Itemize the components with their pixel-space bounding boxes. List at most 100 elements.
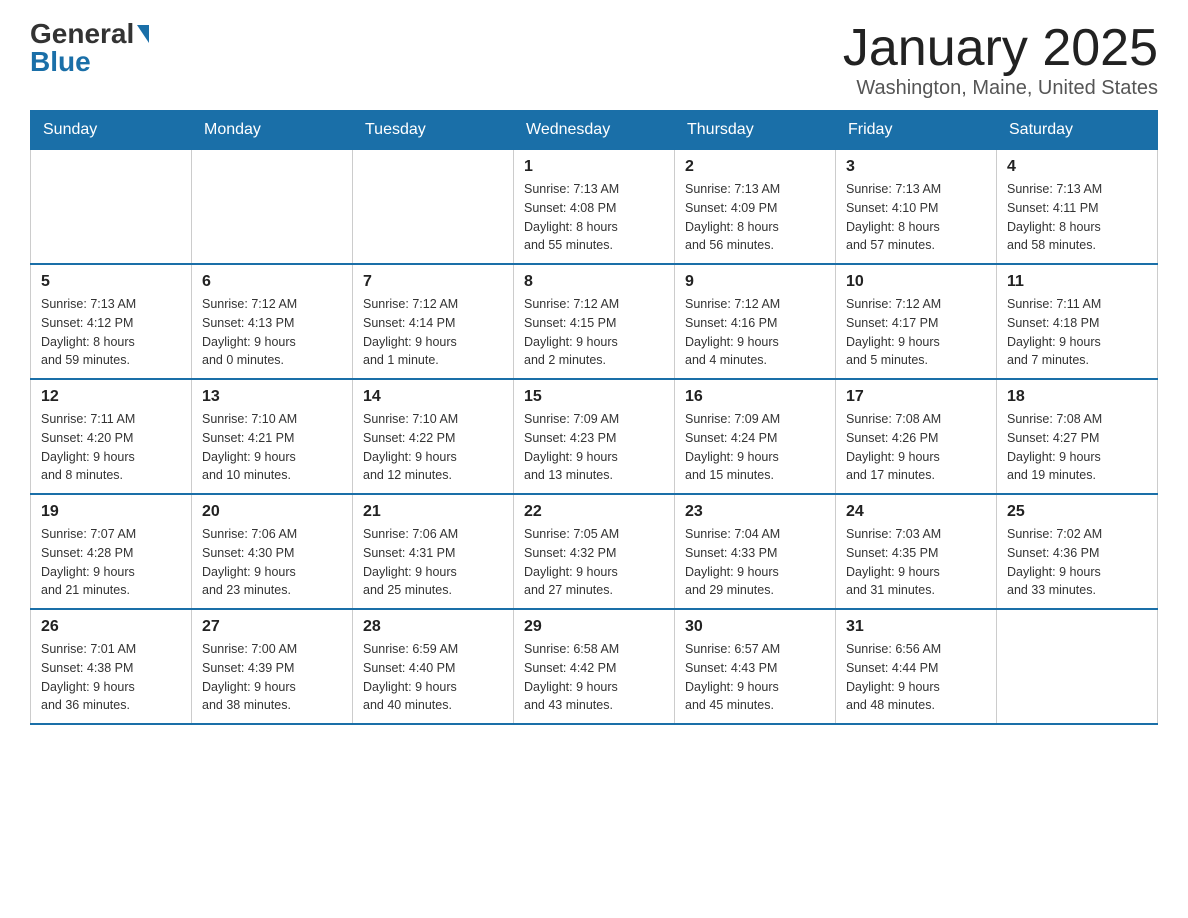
- day-info: Sunrise: 7:03 AM Sunset: 4:35 PM Dayligh…: [846, 525, 986, 600]
- header-thursday: Thursday: [675, 111, 836, 150]
- title-location: Washington, Maine, United States: [843, 77, 1158, 100]
- day-number: 20: [202, 503, 342, 521]
- calendar-table: Sunday Monday Tuesday Wednesday Thursday…: [30, 110, 1158, 725]
- day-number: 23: [685, 503, 825, 521]
- header-wednesday: Wednesday: [514, 111, 675, 150]
- calendar-day-cell: 19Sunrise: 7:07 AM Sunset: 4:28 PM Dayli…: [31, 494, 192, 609]
- day-number: 13: [202, 388, 342, 406]
- day-info: Sunrise: 7:09 AM Sunset: 4:23 PM Dayligh…: [524, 410, 664, 485]
- day-number: 7: [363, 273, 503, 291]
- calendar-day-cell: 17Sunrise: 7:08 AM Sunset: 4:26 PM Dayli…: [836, 379, 997, 494]
- day-number: 9: [685, 273, 825, 291]
- day-number: 16: [685, 388, 825, 406]
- calendar-week-row: 5 Sunrise: 7:13 AM Sunset: 4:12 PM Daylig…: [31, 264, 1158, 379]
- day-info: Sunrise: 7:12 AM Sunset: 4:17 PM Dayligh…: [846, 295, 986, 370]
- day-number: 12: [41, 388, 181, 406]
- day-number: 19: [41, 503, 181, 521]
- calendar-week-row: 26 Sunrise: 7:01 AM Sunset: 4:38 PM Dayli…: [31, 609, 1158, 724]
- calendar-day-cell: 23 Sunrise: 7:04 AM Sunset: 4:33 PM Dayli…: [675, 494, 836, 609]
- calendar-day-cell: [31, 150, 192, 265]
- day-number: 14: [363, 388, 503, 406]
- day-info: Sunrise: 7:12 AM Sunset: 4:13 PM Dayligh…: [202, 295, 342, 370]
- calendar-day-cell: 3 Sunrise: 7:13 AM Sunset: 4:10 PM Daylig…: [836, 150, 997, 265]
- day-number: 27: [202, 618, 342, 636]
- title-section: January 2025 Washington, Maine, United S…: [843, 20, 1158, 100]
- day-info: Sunrise: 6:57 AM Sunset: 4:43 PM Dayligh…: [685, 640, 825, 715]
- calendar-day-cell: [997, 609, 1158, 724]
- header-monday: Monday: [192, 111, 353, 150]
- calendar-day-cell: 15 Sunrise: 7:09 AM Sunset: 4:23 PM Dayli…: [514, 379, 675, 494]
- header-sunday: Sunday: [31, 111, 192, 150]
- calendar-day-cell: 10 Sunrise: 7:12 AM Sunset: 4:17 PM Dayli…: [836, 264, 997, 379]
- day-number: 30: [685, 618, 825, 636]
- day-number: 28: [363, 618, 503, 636]
- day-info: Sunrise: 7:12 AM Sunset: 4:15 PM Dayligh…: [524, 295, 664, 370]
- calendar-day-cell: 16 Sunrise: 7:09 AM Sunset: 4:24 PM Dayli…: [675, 379, 836, 494]
- calendar-day-cell: 8 Sunrise: 7:12 AM Sunset: 4:15 PM Daylig…: [514, 264, 675, 379]
- day-number: 3: [846, 158, 986, 176]
- day-info: Sunrise: 7:01 AM Sunset: 4:38 PM Dayligh…: [41, 640, 181, 715]
- page-header: General Blue January 2025 Washington, Ma…: [30, 20, 1158, 100]
- day-info: Sunrise: 7:12 AM Sunset: 4:16 PM Dayligh…: [685, 295, 825, 370]
- day-number: 15: [524, 388, 664, 406]
- day-info: Sunrise: 7:06 AM Sunset: 4:30 PM Dayligh…: [202, 525, 342, 600]
- day-info: Sunrise: 7:08 AM Sunset: 4:27 PM Dayligh…: [1007, 410, 1147, 485]
- header-tuesday: Tuesday: [353, 111, 514, 150]
- day-number: 8: [524, 273, 664, 291]
- header-saturday: Saturday: [997, 111, 1158, 150]
- calendar-week-row: 1 Sunrise: 7:13 AM Sunset: 4:08 PM Daylig…: [31, 150, 1158, 265]
- calendar-day-cell: 28Sunrise: 6:59 AM Sunset: 4:40 PM Dayli…: [353, 609, 514, 724]
- calendar-week-row: 12 Sunrise: 7:11 AM Sunset: 4:20 PM Dayli…: [31, 379, 1158, 494]
- day-info: Sunrise: 7:10 AM Sunset: 4:22 PM Dayligh…: [363, 410, 503, 485]
- day-number: 26: [41, 618, 181, 636]
- day-info: Sunrise: 7:04 AM Sunset: 4:33 PM Dayligh…: [685, 525, 825, 600]
- day-info: Sunrise: 6:58 AM Sunset: 4:42 PM Dayligh…: [524, 640, 664, 715]
- calendar-day-cell: 11 Sunrise: 7:11 AM Sunset: 4:18 PM Dayli…: [997, 264, 1158, 379]
- day-number: 1: [524, 158, 664, 176]
- day-info: Sunrise: 7:10 AM Sunset: 4:21 PM Dayligh…: [202, 410, 342, 485]
- day-number: 22: [524, 503, 664, 521]
- calendar-week-row: 19Sunrise: 7:07 AM Sunset: 4:28 PM Dayli…: [31, 494, 1158, 609]
- header-friday: Friday: [836, 111, 997, 150]
- day-info: Sunrise: 7:13 AM Sunset: 4:11 PM Dayligh…: [1007, 180, 1147, 255]
- day-info: Sunrise: 7:05 AM Sunset: 4:32 PM Dayligh…: [524, 525, 664, 600]
- calendar-day-cell: 26 Sunrise: 7:01 AM Sunset: 4:38 PM Dayli…: [31, 609, 192, 724]
- day-number: 10: [846, 273, 986, 291]
- day-number: 4: [1007, 158, 1147, 176]
- calendar-day-cell: 21Sunrise: 7:06 AM Sunset: 4:31 PM Dayli…: [353, 494, 514, 609]
- day-number: 25: [1007, 503, 1147, 521]
- day-info: Sunrise: 7:13 AM Sunset: 4:08 PM Dayligh…: [524, 180, 664, 255]
- day-info: Sunrise: 7:02 AM Sunset: 4:36 PM Dayligh…: [1007, 525, 1147, 600]
- calendar-day-cell: 13 Sunrise: 7:10 AM Sunset: 4:21 PM Dayli…: [192, 379, 353, 494]
- calendar-day-cell: 4 Sunrise: 7:13 AM Sunset: 4:11 PM Daylig…: [997, 150, 1158, 265]
- day-number: 5: [41, 273, 181, 291]
- day-number: 29: [524, 618, 664, 636]
- calendar-day-cell: [353, 150, 514, 265]
- day-info: Sunrise: 7:11 AM Sunset: 4:20 PM Dayligh…: [41, 410, 181, 485]
- day-number: 21: [363, 503, 503, 521]
- calendar-day-cell: 24Sunrise: 7:03 AM Sunset: 4:35 PM Dayli…: [836, 494, 997, 609]
- day-info: Sunrise: 7:11 AM Sunset: 4:18 PM Dayligh…: [1007, 295, 1147, 370]
- calendar-day-cell: 29 Sunrise: 6:58 AM Sunset: 4:42 PM Dayli…: [514, 609, 675, 724]
- day-number: 31: [846, 618, 986, 636]
- calendar-day-cell: 5 Sunrise: 7:13 AM Sunset: 4:12 PM Daylig…: [31, 264, 192, 379]
- day-info: Sunrise: 6:56 AM Sunset: 4:44 PM Dayligh…: [846, 640, 986, 715]
- calendar-day-cell: 22 Sunrise: 7:05 AM Sunset: 4:32 PM Dayli…: [514, 494, 675, 609]
- calendar-day-cell: 1 Sunrise: 7:13 AM Sunset: 4:08 PM Daylig…: [514, 150, 675, 265]
- logo-blue-text: Blue: [30, 48, 91, 76]
- day-info: Sunrise: 7:12 AM Sunset: 4:14 PM Dayligh…: [363, 295, 503, 370]
- day-info: Sunrise: 7:00 AM Sunset: 4:39 PM Dayligh…: [202, 640, 342, 715]
- calendar-day-cell: 25 Sunrise: 7:02 AM Sunset: 4:36 PM Dayli…: [997, 494, 1158, 609]
- calendar-day-cell: 7 Sunrise: 7:12 AM Sunset: 4:14 PM Daylig…: [353, 264, 514, 379]
- day-info: Sunrise: 7:13 AM Sunset: 4:09 PM Dayligh…: [685, 180, 825, 255]
- day-number: 17: [846, 388, 986, 406]
- day-info: Sunrise: 7:13 AM Sunset: 4:10 PM Dayligh…: [846, 180, 986, 255]
- day-info: Sunrise: 7:09 AM Sunset: 4:24 PM Dayligh…: [685, 410, 825, 485]
- title-month: January 2025: [843, 20, 1158, 77]
- day-number: 11: [1007, 273, 1147, 291]
- calendar-day-cell: 31 Sunrise: 6:56 AM Sunset: 4:44 PM Dayli…: [836, 609, 997, 724]
- day-info: Sunrise: 7:13 AM Sunset: 4:12 PM Dayligh…: [41, 295, 181, 370]
- calendar-day-cell: 9 Sunrise: 7:12 AM Sunset: 4:16 PM Daylig…: [675, 264, 836, 379]
- calendar-day-cell: 2Sunrise: 7:13 AM Sunset: 4:09 PM Daylig…: [675, 150, 836, 265]
- calendar-day-cell: 30 Sunrise: 6:57 AM Sunset: 4:43 PM Dayli…: [675, 609, 836, 724]
